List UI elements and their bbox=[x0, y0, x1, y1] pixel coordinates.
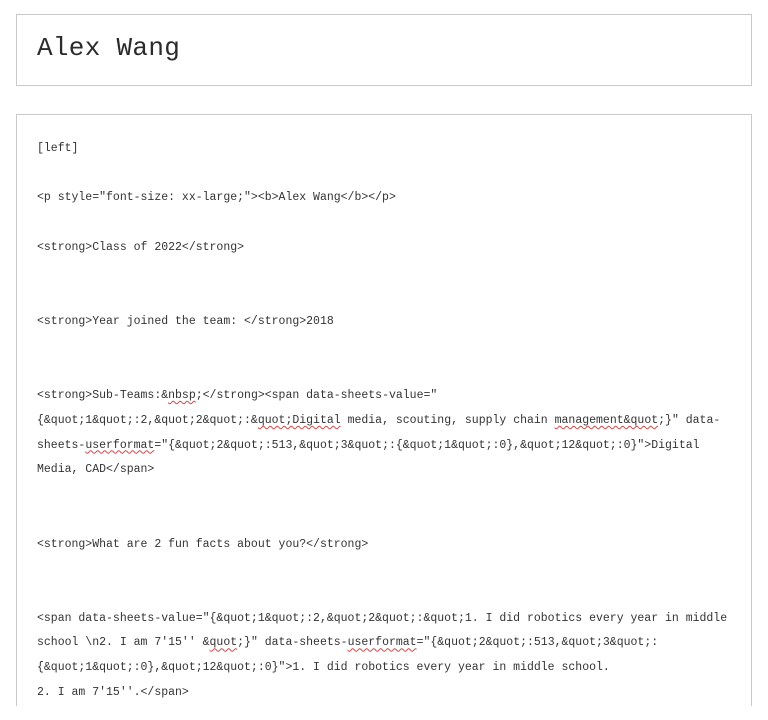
raw-subteams-c: media, scouting, supply chain bbox=[341, 414, 555, 427]
raw-line-name: <p style="font-size: xx-large;"><b>Alex … bbox=[37, 191, 396, 204]
squiggle-quot-digital: quot;Digital bbox=[258, 414, 341, 427]
raw-funfacts-b: ;}" data-sheets- bbox=[237, 636, 347, 649]
raw-funfacts-q: <strong>What are 2 fun facts about you?<… bbox=[37, 538, 368, 551]
raw-line-class: <strong>Class of 2022</strong> bbox=[37, 241, 244, 254]
raw-funfacts-line2: 2. I am 7'15''.</span> bbox=[37, 686, 189, 699]
raw-html-content: [left] <p style="font-size: xx-large;"><… bbox=[16, 114, 752, 706]
title-card: Alex Wang bbox=[16, 14, 752, 86]
squiggle-userformat-2: userformat bbox=[348, 636, 417, 649]
squiggle-quot: quot bbox=[210, 636, 238, 649]
raw-line-year: <strong>Year joined the team: </strong>2… bbox=[37, 315, 334, 328]
squiggle-management: management&quot bbox=[555, 414, 659, 427]
raw-subteams-a: <strong>Sub-Teams:& bbox=[37, 389, 168, 402]
squiggle-nbsp: nbsp bbox=[168, 389, 196, 402]
raw-line-left: [left] bbox=[37, 142, 78, 155]
page-title: Alex Wang bbox=[37, 33, 731, 63]
squiggle-userformat-1: userformat bbox=[85, 439, 154, 452]
